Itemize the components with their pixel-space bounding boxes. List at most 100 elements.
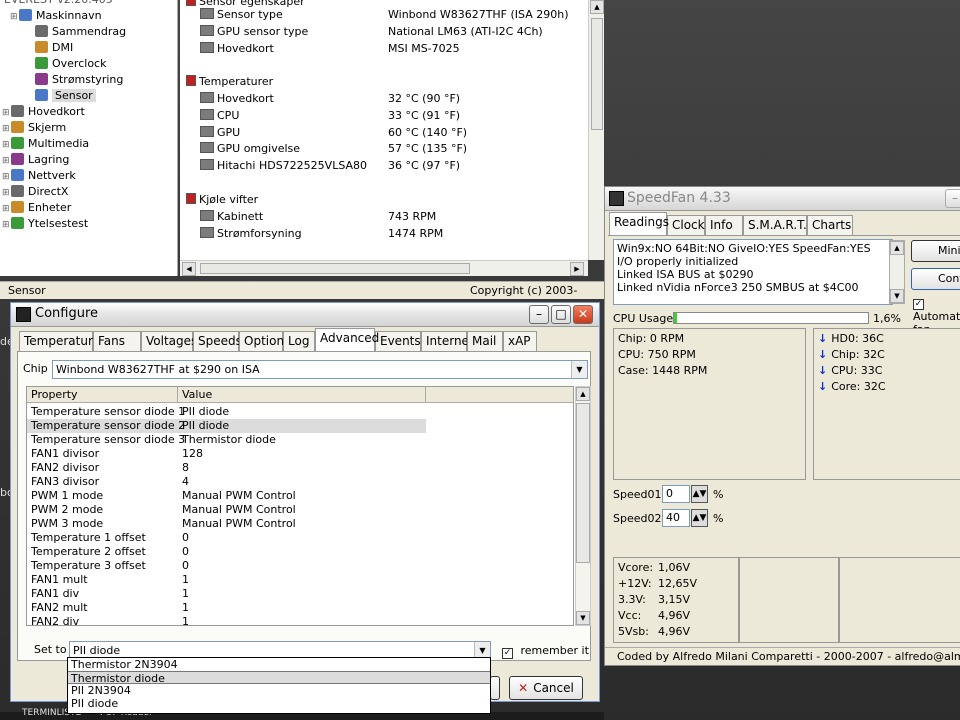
tree-item[interactable]: ⊞ Maskinnavn — [10, 8, 102, 24]
scroll-thumb[interactable] — [576, 403, 590, 563]
minimize-button[interactable]: – — [529, 305, 549, 324]
chip-select[interactable]: Winbond W83627THF at $290 on ISA ▼ — [52, 360, 588, 379]
tab-mail[interactable]: Mail — [467, 331, 503, 351]
scroll-thumb[interactable] — [591, 18, 603, 130]
column-property[interactable]: Property — [27, 387, 178, 403]
tab-temperatures[interactable]: Temperatures — [19, 331, 106, 351]
speed01-spinner-icon[interactable]: ▲▼ — [691, 485, 708, 503]
tab-log[interactable]: Log — [283, 331, 315, 351]
temp-reading: ↓ Core: 32C — [818, 380, 886, 393]
everest-vertical-scrollbar[interactable]: ▲ — [588, 0, 604, 260]
tree-item[interactable]: ⊞ Skjerm — [2, 120, 66, 136]
tree-item[interactable]: Overclock — [26, 56, 106, 72]
log-scrollbar[interactable]: ▲ ▼ — [889, 240, 905, 304]
scroll-right-icon[interactable]: ▶ — [570, 262, 584, 276]
expand-icon[interactable]: ⊞ — [2, 201, 11, 217]
tree-item[interactable]: ⊞ Nettverk — [2, 168, 76, 184]
table-row[interactable]: FAN1 div 1 — [27, 587, 573, 601]
table-row[interactable]: Temperature sensor diode 3 Thermistor dio… — [27, 433, 573, 447]
tab-clock[interactable]: Clock — [667, 215, 705, 235]
chevron-down-icon[interactable]: ▼ — [571, 361, 587, 378]
tab-internet[interactable]: Internet — [421, 331, 474, 351]
grid-vertical-scrollbar[interactable]: ▲ ▼ — [575, 386, 591, 626]
expand-icon[interactable]: ⊞ — [10, 9, 19, 25]
expand-icon[interactable]: ⊞ — [2, 185, 11, 201]
tab-smart[interactable]: S.M.A.R.T. — [743, 215, 807, 235]
checkmark-icon[interactable]: ✓ — [502, 648, 513, 659]
tree-item[interactable]: ⊞ Ytelsestest — [2, 216, 88, 232]
everest-horizontal-scrollbar[interactable]: ◀ ▶ — [180, 260, 588, 276]
property-cell: FAN1 mult — [31, 573, 88, 586]
scroll-left-icon[interactable]: ◀ — [182, 262, 196, 276]
tree-item[interactable]: Sensor — [26, 88, 96, 104]
column-value[interactable]: Value — [178, 387, 426, 403]
expand-icon[interactable]: ⊞ — [2, 153, 11, 169]
speed02-spinner-icon[interactable]: ▲▼ — [691, 509, 708, 527]
tab-events[interactable]: Events — [375, 331, 421, 351]
expand-icon[interactable]: ⊞ — [2, 105, 11, 121]
table-row[interactable]: FAN2 divisor 8 — [27, 461, 573, 475]
maximize-button[interactable]: □ — [551, 305, 571, 324]
table-row[interactable]: FAN1 mult 1 — [27, 573, 573, 587]
table-row[interactable]: Temperature 1 offset 0 — [27, 531, 573, 545]
voltage-reading: Vcc: 4,96V — [618, 609, 690, 622]
tab-readings[interactable]: Readings — [609, 212, 669, 235]
cancel-button[interactable]: ✕ Cancel — [509, 676, 583, 700]
tab-info[interactable]: Info — [705, 215, 743, 235]
tree-item-label: Multimedia — [28, 137, 90, 150]
tab-advanced[interactable]: Advanced — [315, 328, 379, 351]
tree-item[interactable]: DMI — [26, 40, 73, 56]
tab-charts[interactable]: Charts — [807, 215, 853, 235]
table-row[interactable]: PWM 1 mode Manual PWM Control — [27, 489, 573, 503]
scroll-down-icon[interactable]: ▼ — [576, 611, 590, 625]
tree-item[interactable]: ⊞ DirectX — [2, 184, 68, 200]
tree-item[interactable]: ⊞ Enheter — [2, 200, 71, 216]
speed02-input[interactable]: 40 — [662, 509, 690, 527]
expand-icon[interactable]: ⊞ — [2, 169, 11, 185]
tree-item[interactable]: ⊞ Multimedia — [2, 136, 89, 152]
expand-icon[interactable]: ⊞ — [2, 121, 11, 137]
scroll-up-icon[interactable]: ▲ — [590, 0, 604, 14]
dropdown-option[interactable]: Thermistor 2N3904 — [68, 658, 490, 671]
table-row[interactable]: FAN3 divisor 4 — [27, 475, 573, 489]
table-row[interactable]: FAN2 div 1 — [27, 615, 573, 625]
tab-xap[interactable]: xAP — [503, 331, 537, 351]
property-cell: Temperature sensor diode 1 — [31, 405, 186, 418]
table-row[interactable]: PWM 3 mode Manual PWM Control — [27, 517, 573, 531]
table-row[interactable]: Temperature 2 offset 0 — [27, 545, 573, 559]
tree-item[interactable]: Strømstyring — [26, 72, 123, 88]
table-row[interactable]: FAN1 divisor 128 — [27, 447, 573, 461]
table-row[interactable]: Temperature sensor diode 2 PII diode — [27, 419, 426, 433]
dropdown-option[interactable]: Thermistor diode — [68, 671, 490, 685]
remember-checkbox[interactable]: ✓ remember it — [502, 644, 589, 659]
scroll-up-icon[interactable]: ▲ — [890, 241, 904, 255]
minimize-app-button[interactable]: Minimize — [911, 240, 960, 262]
configure-button[interactable]: Configure — [911, 268, 960, 290]
tree-item[interactable]: Sammendrag — [26, 24, 126, 40]
set-to-dropdown-list[interactable]: Thermistor 2N3904 Thermistor diode PII 2N3… — [67, 657, 491, 714]
tab-speeds[interactable]: Speeds — [193, 331, 242, 351]
expand-icon[interactable]: ⊞ — [2, 217, 11, 233]
ok-button[interactable] — [490, 676, 500, 700]
table-row[interactable]: Temperature 3 offset 0 — [27, 559, 573, 573]
expand-icon[interactable]: ⊞ — [2, 137, 11, 153]
scroll-thumb[interactable] — [200, 263, 470, 274]
tab-voltages[interactable]: Voltages — [141, 331, 197, 351]
tree-item[interactable]: ⊞ Hovedkort — [2, 104, 85, 120]
configure-title-bar[interactable]: Configure – □ ✕ — [11, 303, 599, 327]
speedfan-title-bar[interactable]: SpeedFan 4.33 – — [605, 187, 960, 211]
tab-options[interactable]: Options — [239, 331, 290, 351]
tree-item[interactable]: ⊞ Lagring — [2, 152, 69, 168]
dropdown-option[interactable]: PII 2N3904 — [68, 684, 490, 697]
dropdown-option[interactable]: PII diode — [68, 697, 490, 710]
table-row[interactable]: FAN2 mult 1 — [27, 601, 573, 615]
tab-fans[interactable]: Fans — [93, 331, 141, 351]
minimize-button[interactable]: – — [945, 189, 960, 208]
scroll-down-icon[interactable]: ▼ — [890, 289, 904, 303]
table-row[interactable]: Temperature sensor diode 1 PII diode — [27, 405, 573, 419]
speed01-input[interactable]: 0 — [662, 485, 690, 503]
table-row[interactable]: PWM 2 mode Manual PWM Control — [27, 503, 573, 517]
close-button[interactable]: ✕ — [573, 305, 593, 324]
scroll-up-icon[interactable]: ▲ — [576, 387, 590, 401]
checkmark-icon[interactable]: ✓ — [913, 299, 924, 310]
